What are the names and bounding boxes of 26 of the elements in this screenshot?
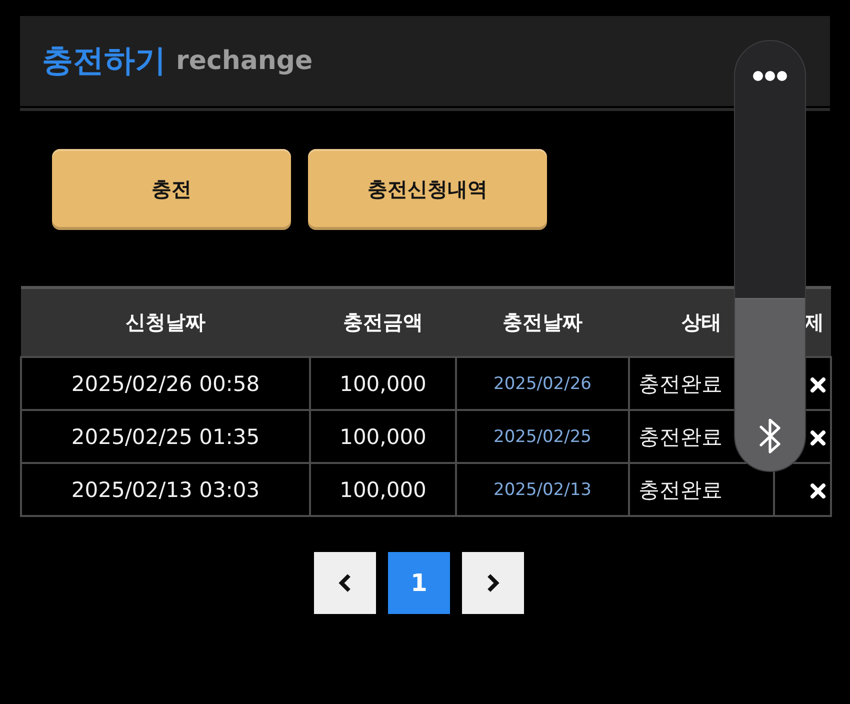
chevron-left-icon [338, 573, 352, 593]
page-button[interactable]: 1 [388, 552, 450, 614]
more-dots-icon[interactable] [752, 70, 788, 82]
table-cell: 2025/02/26 00:58 [21, 357, 310, 410]
table-cell: 2025/02/26 [456, 357, 629, 410]
cross-icon[interactable] [810, 430, 826, 446]
table-cell: 2025/02/25 01:35 [21, 410, 310, 463]
cross-icon[interactable] [810, 482, 826, 499]
column-header: 신청날짜 [21, 288, 310, 357]
table-cell: 100,000 [310, 357, 456, 410]
table-cell: 2025/02/13 [456, 463, 629, 516]
table-cell: 100,000 [310, 463, 456, 516]
next-page-button[interactable] [462, 552, 524, 614]
table-cell: 2025/02/25 [456, 410, 629, 463]
column-header: 충전날짜 [456, 288, 629, 357]
page-subtitle: rechange [176, 46, 313, 76]
chevron-right-icon [486, 573, 500, 593]
column-header: 충전금액 [310, 288, 456, 357]
table-cell: 충전완료 [629, 463, 774, 516]
cross-icon[interactable] [810, 376, 826, 393]
action-button[interactable]: 충전 [52, 149, 291, 230]
page-title: 충전하기 [42, 42, 166, 81]
previous-page-button[interactable] [314, 552, 376, 614]
action-button[interactable]: 충전신청내역 [308, 149, 547, 230]
table-cell: 100,000 [310, 410, 456, 463]
table-cell: 2025/02/13 03:03 [21, 463, 310, 516]
